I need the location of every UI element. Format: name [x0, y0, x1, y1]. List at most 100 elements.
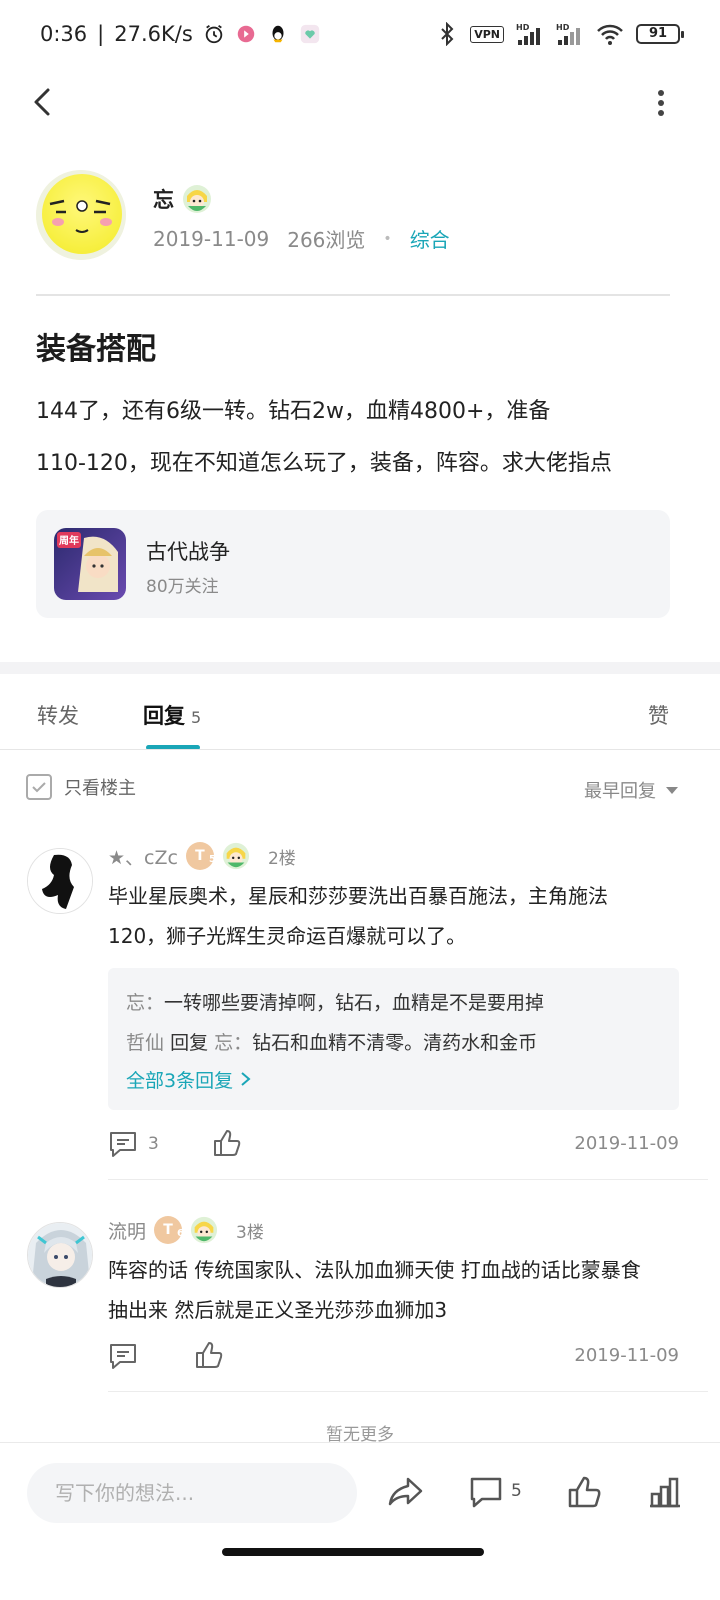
svg-text:HD: HD	[516, 23, 530, 32]
post-date: 2019-11-09	[153, 226, 270, 251]
chevron-right-icon	[241, 1072, 251, 1086]
game-name: 古代战争	[146, 540, 230, 564]
comment-text: 阵容的话 传统国家队、法队加血狮天使 打血战的话比蒙暴食 抽出来 然后就是正义圣…	[108, 1250, 688, 1330]
comment-text: 毕业星辰奥术，星辰和莎莎要洗出百暴百施法，主角施法 120，狮子光辉生灵命运百爆…	[108, 876, 688, 956]
comment-text-line: 抽出来 然后就是正义圣光莎莎血狮加3	[108, 1298, 448, 1322]
commenter-avatar[interactable]	[27, 1222, 93, 1288]
floor-number: 2楼	[267, 848, 296, 869]
all-replies-link[interactable]: 全部3条回复	[126, 1066, 253, 1093]
post-body-line: 110-120，现在不知道怎么玩了，装备，阵容。求大佬指点	[36, 451, 612, 476]
sub-reply-target[interactable]: 忘	[214, 1032, 233, 1054]
signal-icon-1: HD	[516, 23, 540, 45]
qq-icon	[272, 25, 284, 43]
sub-reply: 忘：一转哪些要清掉啊，钻石，血精是不是要用掉	[126, 992, 545, 1014]
level-badge: T6	[154, 1216, 184, 1244]
commenter-name[interactable]: 流明	[108, 1217, 146, 1244]
character-badge-icon	[190, 1216, 218, 1244]
thumbs-up-icon[interactable]	[194, 1340, 224, 1370]
only-op-toggle[interactable]: 只看楼主	[26, 774, 136, 800]
tab-like[interactable]: 赞	[648, 700, 669, 730]
tab-bar: 转发 回复 5 赞	[0, 674, 720, 750]
share-arrow-icon[interactable]	[388, 1475, 424, 1509]
more-options-icon[interactable]	[646, 88, 676, 122]
author-meta: 2019-11-09 266浏览 • 综合	[153, 224, 450, 253]
home-indicator[interactable]	[222, 1548, 484, 1556]
game-followers: 80万关注	[146, 577, 219, 597]
bluetooth-icon	[441, 22, 454, 46]
section-gap	[0, 662, 720, 674]
comment-text-line: 阵容的话 传统国家队、法队加血狮天使 打血战的话比蒙暴食	[108, 1258, 641, 1282]
sub-reply: 哲仙 回复 忘：钻石和血精不清零。清药水和金币	[126, 1032, 538, 1054]
sub-reply-text: 一转哪些要清掉啊，钻石，血精是不是要用掉	[164, 992, 545, 1014]
alarm-icon	[205, 24, 223, 44]
commenter-name-row: 流明 T6 3楼	[108, 1216, 264, 1244]
game-artwork-icon: 周年	[54, 528, 126, 600]
all-replies-label: 全部3条回复	[126, 1070, 234, 1092]
meta-separator: •	[383, 230, 392, 247]
only-op-label: 只看楼主	[64, 778, 136, 799]
ranking-chart-icon[interactable]	[647, 1475, 683, 1509]
tab-reply[interactable]: 回复 5	[143, 700, 201, 730]
comment-text-line: 毕业星辰奥术，星辰和莎莎要洗出百暴百施法，主角施法	[108, 884, 608, 908]
commenter-avatar[interactable]	[27, 848, 93, 914]
badge-letter: T	[163, 1222, 173, 1238]
checkbox-icon[interactable]	[26, 774, 52, 800]
badge-level: 5	[208, 854, 216, 865]
badge-level: 6	[177, 1228, 185, 1239]
status-time: 0:36	[40, 22, 88, 46]
tab-reply-count: 5	[191, 708, 202, 727]
wifi-icon	[597, 24, 623, 45]
commenter-name-row: ★、cZc T5 2楼	[108, 842, 296, 870]
post-category[interactable]: 综合	[410, 224, 450, 253]
comment-date: 2019-11-09	[574, 1133, 679, 1154]
comment-count: 3	[148, 1134, 159, 1154]
heart-app-icon	[300, 24, 319, 44]
thumbs-up-icon[interactable]	[566, 1475, 602, 1509]
tab-forward[interactable]: 转发	[37, 700, 79, 730]
sub-reply-author[interactable]: 哲仙	[126, 1032, 164, 1054]
level-badge: T5	[185, 842, 216, 870]
game-icon: 周年	[54, 528, 126, 600]
post-body: 144了，还有6级一转。钻石2w，血精4800+，准备 110-120，现在不知…	[36, 386, 676, 490]
comment-date: 2019-11-09	[574, 1345, 679, 1366]
battery-indicator: 91	[636, 24, 684, 44]
bottom-comment-count: 5	[511, 1481, 522, 1501]
app-notification-icon	[237, 25, 255, 43]
game-card[interactable]: 周年 古代战争 80万关注	[36, 510, 670, 618]
character-badge-icon	[222, 842, 250, 870]
game-icon-label: 周年	[59, 534, 79, 547]
divider	[108, 1391, 708, 1392]
ink-figure-avatar-icon	[28, 849, 92, 913]
bottom-action-bar: 写下你的想法... 5	[0, 1442, 720, 1542]
author-name[interactable]: 忘	[153, 184, 174, 214]
yellow-face-avatar-icon	[36, 170, 126, 260]
sub-replies-box[interactable]: 忘：一转哪些要清掉啊，钻石，血精是不是要用掉 哲仙 回复 忘：钻石和血精不清零。…	[108, 968, 679, 1110]
badge-letter: T	[195, 848, 205, 864]
back-arrow-icon[interactable]	[26, 84, 66, 124]
post-body-line: 144了，还有6级一转。钻石2w，血精4800+，准备	[36, 399, 551, 424]
floor-number: 3楼	[236, 1222, 264, 1243]
vpn-indicator: VPN	[470, 25, 504, 43]
comment-icon[interactable]	[468, 1475, 504, 1509]
sort-dropdown[interactable]: 最早回复	[584, 777, 678, 803]
sub-reply-word: 回复	[170, 1032, 209, 1054]
divider	[0, 749, 720, 750]
comment-actions: 2019-11-09	[108, 1338, 679, 1378]
status-left: 0:36 | 27.6K/s	[40, 22, 321, 46]
anime-character-avatar-icon	[28, 1223, 92, 1287]
post-views: 266浏览	[287, 228, 366, 252]
author-avatar[interactable]	[36, 170, 126, 260]
tab-reply-label: 回复	[143, 704, 185, 728]
signal-icon-2: HD	[556, 23, 580, 45]
comment-text-line: 120，狮子光辉生灵命运百爆就可以了。	[108, 924, 467, 948]
divider	[36, 294, 670, 296]
sub-reply-author[interactable]: 忘	[126, 992, 145, 1014]
commenter-name[interactable]: ★、cZc	[108, 843, 178, 870]
comment-icon[interactable]	[108, 1342, 138, 1370]
sub-reply-text: 钻石和血精不清零。清药水和金币	[252, 1032, 538, 1054]
comment-icon[interactable]	[108, 1130, 138, 1158]
status-right: VPN HD HD 91	[438, 22, 684, 46]
comment-input[interactable]: 写下你的想法...	[27, 1463, 357, 1523]
thumbs-up-icon[interactable]	[212, 1128, 242, 1158]
author-name-row: 忘	[153, 184, 212, 214]
